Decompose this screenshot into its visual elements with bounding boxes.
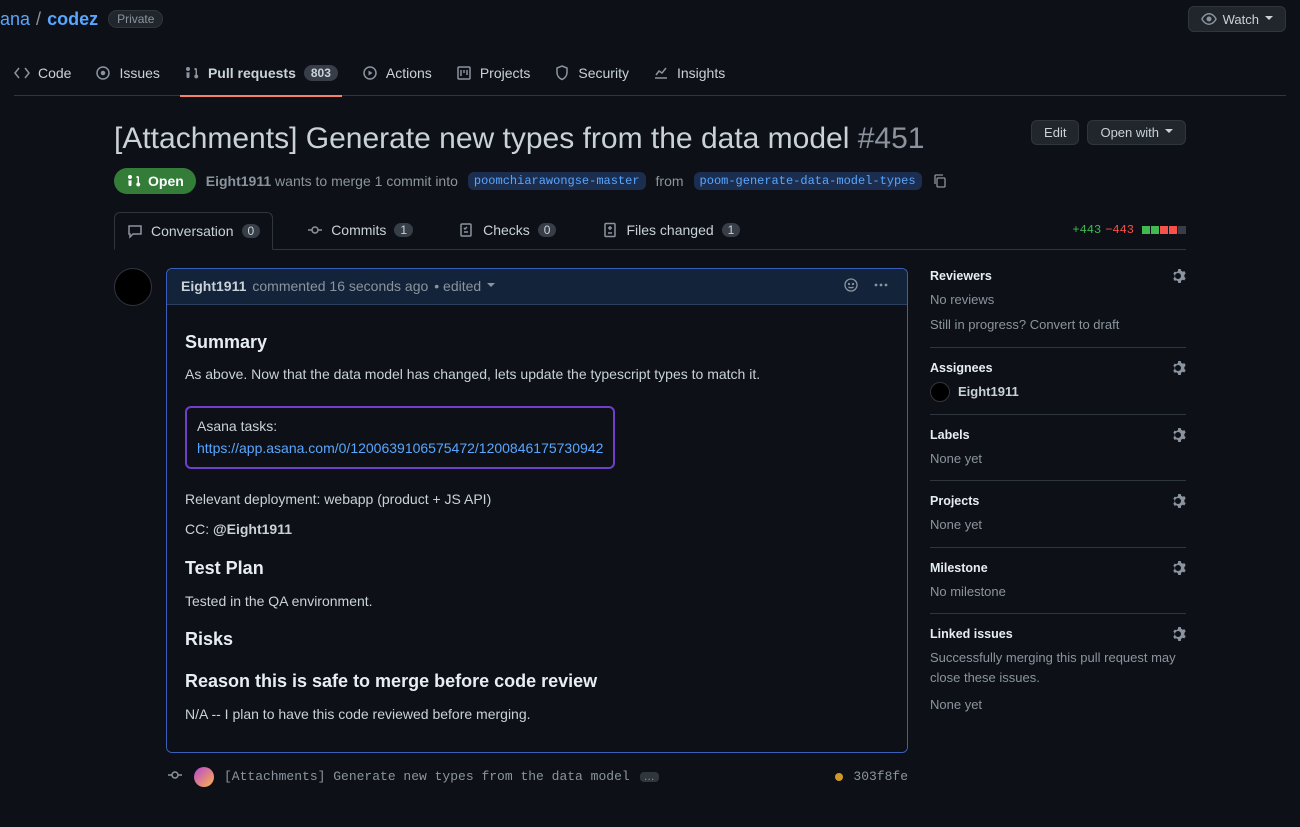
cc-line: CC: @Eight1911 — [185, 519, 889, 541]
commit-node-icon — [166, 767, 184, 786]
smiley-icon[interactable] — [839, 277, 863, 296]
tab-projects[interactable]: Projects — [456, 50, 531, 96]
comment-box: Eight1911 commented 16 seconds ago • edi… — [166, 268, 908, 753]
commit-sha[interactable]: 303f8fe — [853, 769, 908, 784]
comment-edited[interactable]: • edited — [434, 278, 495, 294]
comment-icon — [127, 223, 143, 239]
open-with-button[interactable]: Open with — [1087, 120, 1186, 145]
tab-pull-requests[interactable]: Pull requests 803 — [184, 50, 338, 96]
sidebar-labels: Labels None yet — [930, 415, 1186, 482]
edit-button[interactable]: Edit — [1031, 120, 1079, 145]
expand-commit-button[interactable]: … — [640, 772, 659, 782]
sidebar-assignees: Assignees Eight1911 — [930, 348, 1186, 415]
graph-icon — [653, 65, 669, 81]
gear-icon[interactable] — [1170, 493, 1186, 509]
gear-icon[interactable] — [1170, 268, 1186, 284]
diffstat-bar — [1142, 226, 1186, 234]
deployment-text: Relevant deployment: webapp (product + J… — [185, 489, 889, 511]
assignee-avatar[interactable] — [930, 382, 950, 402]
safe-text: N/A -- I plan to have this code reviewed… — [185, 704, 889, 726]
pr-merge-summary: Eight1911 wants to merge 1 commit into — [206, 173, 458, 189]
asana-link[interactable]: https://app.asana.com/0/1200639106575472… — [197, 438, 603, 460]
sidebar-milestone: Milestone No milestone — [930, 548, 1186, 615]
pr-count-badge: 803 — [304, 65, 338, 81]
comment-author[interactable]: Eight1911 — [181, 278, 246, 294]
tab-checks[interactable]: Checks 0 — [447, 212, 568, 248]
gear-icon[interactable] — [1170, 626, 1186, 642]
compare-branch[interactable]: poom-generate-data-model-types — [694, 172, 922, 190]
heading-safe: Reason this is safe to merge before code… — [185, 668, 889, 696]
gear-icon[interactable] — [1170, 427, 1186, 443]
pr-icon — [126, 173, 142, 189]
pr-tabs: Conversation 0 Commits 1 Checks 0 Files … — [114, 212, 1186, 250]
diffstat: +443 −443 — [1072, 223, 1186, 237]
summary-text: As above. Now that the data model has ch… — [185, 364, 889, 386]
file-diff-icon — [602, 222, 618, 238]
pr-status-open: Open — [114, 168, 196, 194]
kebab-icon[interactable] — [869, 277, 893, 296]
commit-icon — [307, 222, 323, 238]
project-icon — [456, 65, 472, 81]
tab-issues[interactable]: Issues — [95, 50, 159, 96]
sidebar-projects: Projects None yet — [930, 481, 1186, 548]
tab-files-changed[interactable]: Files changed 1 — [590, 212, 752, 248]
shield-icon — [554, 65, 570, 81]
gear-icon[interactable] — [1170, 560, 1186, 576]
tab-security[interactable]: Security — [554, 50, 629, 96]
asana-box: Asana tasks: https://app.asana.com/0/120… — [185, 406, 615, 469]
tab-insights[interactable]: Insights — [653, 50, 725, 96]
play-icon — [362, 65, 378, 81]
heading-test-plan: Test Plan — [185, 555, 889, 583]
caret-down-icon — [1165, 125, 1173, 140]
repo-owner-link[interactable]: ana — [0, 9, 30, 30]
comment-meta: commented 16 seconds ago — [252, 278, 428, 294]
caret-down-icon — [1265, 12, 1273, 27]
pr-number: #451 — [858, 122, 925, 155]
commit-author-avatar[interactable] — [194, 767, 214, 787]
status-dot-pending[interactable] — [835, 773, 843, 781]
issue-icon — [95, 65, 111, 81]
commit-message[interactable]: [Attachments] Generate new types from th… — [224, 769, 630, 784]
watch-label: Watch — [1223, 12, 1259, 27]
copy-icon[interactable] — [932, 173, 948, 189]
heading-summary: Summary — [185, 329, 889, 357]
author-avatar[interactable] — [114, 268, 152, 306]
tab-conversation[interactable]: Conversation 0 — [114, 212, 273, 250]
base-branch[interactable]: poomchiarawongse-master — [468, 172, 646, 190]
checklist-icon — [459, 222, 475, 238]
privacy-badge: Private — [108, 10, 163, 28]
caret-down-icon — [487, 278, 495, 294]
assignee-link[interactable]: Eight1911 — [958, 382, 1019, 402]
pr-title: [Attachments] Generate new types from th… — [114, 120, 924, 158]
watch-button[interactable]: Watch — [1188, 6, 1286, 32]
pr-icon — [184, 65, 200, 81]
sidebar-reviewers: Reviewers No reviews Still in progress? … — [930, 268, 1186, 348]
tab-code[interactable]: Code — [14, 50, 71, 96]
convert-to-draft-link[interactable]: Still in progress? Convert to draft — [930, 317, 1119, 332]
sidebar-linked-issues: Linked issues Successfully merging this … — [930, 614, 1186, 727]
repo-name-link[interactable]: codez — [47, 9, 98, 30]
tab-actions[interactable]: Actions — [362, 50, 432, 96]
test-plan-text: Tested in the QA environment. — [185, 591, 889, 613]
tab-commits[interactable]: Commits 1 — [295, 212, 425, 248]
gear-icon[interactable] — [1170, 360, 1186, 376]
heading-risks: Risks — [185, 626, 889, 654]
commit-row: [Attachments] Generate new types from th… — [166, 767, 908, 787]
repo-tabs: Code Issues Pull requests 803 Actions Pr… — [14, 50, 1286, 96]
code-icon — [14, 65, 30, 81]
eye-icon — [1201, 11, 1217, 27]
slash: / — [36, 9, 41, 30]
repo-path: ana / codez Private — [14, 9, 163, 30]
comment-body: Summary As above. Now that the data mode… — [167, 305, 907, 752]
